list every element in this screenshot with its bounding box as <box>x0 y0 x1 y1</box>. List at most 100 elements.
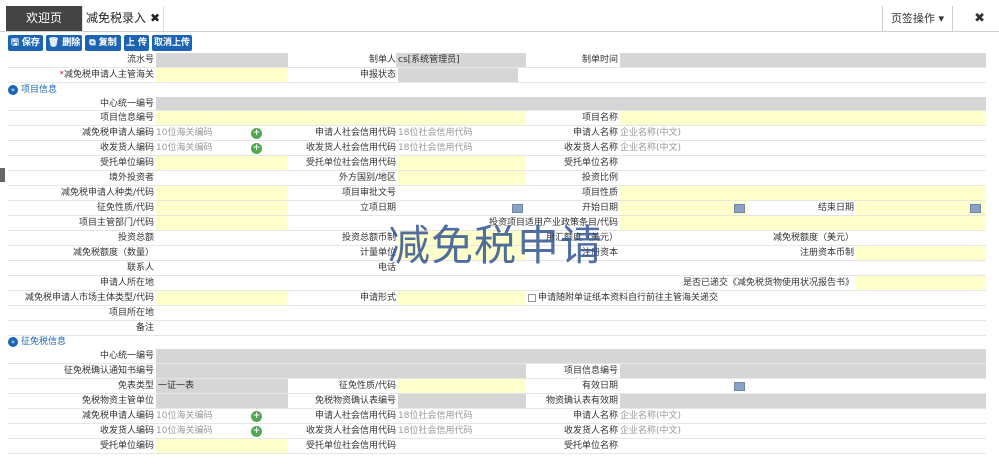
project-info-no-input[interactable] <box>156 111 526 125</box>
applicant-name-input[interactable]: 企业名称(中文) <box>618 126 984 140</box>
goods-dept-input[interactable] <box>156 394 288 408</box>
s-consignee-name-input[interactable]: 企业名称(中文) <box>618 424 984 438</box>
delete-button[interactable]: 🗑 删除 <box>46 35 82 51</box>
applicant-code-input[interactable]: 10位海关编码 <box>154 126 254 140</box>
exempt-usd-label: 减免税额度（美元） <box>772 233 854 243</box>
s-entrusted-name-input[interactable] <box>620 439 986 453</box>
collapse-icon[interactable]: » <box>8 336 18 347</box>
goods-valid-input[interactable] <box>620 394 986 408</box>
project-location-input[interactable] <box>156 306 986 320</box>
add-icon[interactable]: + <box>251 143 262 154</box>
copy-button[interactable]: ⧉ 复制 <box>85 35 121 51</box>
consignee-name-input[interactable]: 企业名称(中文) <box>618 141 984 155</box>
s-center-code-input[interactable] <box>156 349 986 363</box>
contact-input[interactable] <box>156 261 288 275</box>
form-row: 项目信息编号 项目名称 <box>8 111 986 126</box>
s-applicant-credit-input[interactable]: 18位社会信用代码 <box>396 409 526 423</box>
exempt-usd-input[interactable] <box>856 231 986 245</box>
applicant-location-input[interactable] <box>156 276 616 290</box>
project-nature-input[interactable] <box>620 186 986 200</box>
s-consignee-code-input[interactable]: 10位海关编码 <box>154 424 254 438</box>
market-type-input[interactable] <box>156 291 288 305</box>
exempt-type-select[interactable]: 一证一表 <box>156 379 288 393</box>
s-applicant-name-input[interactable]: 企业名称(中文) <box>618 409 984 423</box>
save-button[interactable]: 🖫 保存 <box>8 35 43 51</box>
phone-label: 电话 <box>377 263 396 273</box>
calendar-icon[interactable] <box>734 204 745 213</box>
invest-ratio-input[interactable] <box>620 171 986 185</box>
reg-currency-input[interactable] <box>856 246 986 260</box>
s-applicant-code-input[interactable]: 10位海关编码 <box>154 409 254 423</box>
close-icon[interactable]: ✖ <box>150 11 160 25</box>
reg-currency-label: 注册资本币制 <box>799 248 854 258</box>
policy-item-input[interactable] <box>620 216 986 230</box>
goods-approval-no-input[interactable] <box>398 394 526 408</box>
levy-nature-input[interactable] <box>156 201 288 215</box>
customs-label-text: 减免税申请人主管海关 <box>63 70 154 80</box>
market-type-label: 减免税申请人市场主体类型/代码 <box>24 293 154 303</box>
s-entrusted-credit-input[interactable] <box>398 439 526 453</box>
section-project-info[interactable]: » 项目信息 <box>8 84 986 97</box>
collapse-icon[interactable]: » <box>8 84 18 95</box>
creator-input[interactable]: cs[系统管理员] <box>396 53 526 67</box>
upload-button[interactable]: 上 传 <box>124 35 149 51</box>
customs-input[interactable] <box>156 68 288 82</box>
approval-no-input[interactable] <box>398 186 526 200</box>
foreign-investor-input[interactable] <box>156 171 288 185</box>
entrusted-name-input[interactable] <box>620 156 986 170</box>
usd-amount-input[interactable] <box>620 231 748 245</box>
foreign-country-input[interactable] <box>398 171 526 185</box>
s-entrusted-code-input[interactable] <box>156 439 288 453</box>
reg-capital-input[interactable] <box>620 246 748 260</box>
tab-exemption-entry[interactable]: 减免税录入 ✖ <box>82 6 164 31</box>
s-entrusted-name-label: 受托单位名称 <box>563 441 618 451</box>
applicant-credit-input[interactable]: 18位社会信用代码 <box>396 126 526 140</box>
consignee-credit-input[interactable]: 18位社会信用代码 <box>396 141 526 155</box>
total-invest-input[interactable] <box>156 231 288 245</box>
invest-ratio-label: 投资比例 <box>581 173 618 183</box>
applicant-type-input[interactable] <box>156 186 288 200</box>
form-row: 减免税申请人编码 10位海关编码 + 申请人社会信用代码 18位社会信用代码 申… <box>8 126 986 141</box>
valid-date-input[interactable] <box>620 379 748 393</box>
exempt-qty-label: 减免税额度（数量） <box>72 248 154 258</box>
paper-note-checkbox[interactable]: 申请随附单证纸本资料自行前往主管海关递交 <box>528 291 986 305</box>
entrusted-code-input[interactable] <box>156 156 288 170</box>
s-levy-nature-input[interactable] <box>398 379 526 393</box>
applicant-type-label: 减免税申请人种类/代码 <box>60 188 154 198</box>
fullscreen-icon[interactable]: ✖ <box>974 6 985 31</box>
s-applicant-name-label: 申请人名称 <box>572 411 618 421</box>
page-operations-dropdown[interactable]: 页签操作 ▾ <box>881 6 953 31</box>
entrusted-credit-input[interactable] <box>398 156 526 170</box>
apply-form-input[interactable] <box>398 291 526 305</box>
consignee-code-input[interactable]: 10位海关编码 <box>154 141 254 155</box>
s-levy-nature-label: 征免性质/代码 <box>338 381 396 391</box>
exempt-type-label: 免表类型 <box>117 381 154 391</box>
notice-no-input[interactable] <box>156 364 526 378</box>
created-time-input[interactable] <box>620 53 986 67</box>
end-date-input[interactable] <box>856 201 986 215</box>
remarks-input[interactable] <box>156 321 986 335</box>
project-dept-input[interactable] <box>156 216 288 230</box>
project-nature-label: 项目性质 <box>581 188 618 198</box>
calendar-icon[interactable] <box>734 382 745 391</box>
s-consignee-credit-input[interactable]: 18位社会信用代码 <box>396 424 526 438</box>
calendar-icon[interactable] <box>970 204 981 213</box>
form-row: 流水号 制单人 cs[系统管理员] 制单时间 <box>8 53 986 68</box>
exempt-qty-input[interactable] <box>156 246 288 260</box>
section-exemption-info[interactable]: » 征免税信息 <box>8 336 986 349</box>
start-date-input[interactable] <box>620 201 748 215</box>
add-icon[interactable]: + <box>251 128 262 139</box>
status-input[interactable] <box>398 68 518 82</box>
cancel-upload-button[interactable]: 取消上传 <box>152 35 192 51</box>
checkbox[interactable] <box>528 293 536 302</box>
valid-date-label: 有效日期 <box>581 381 618 391</box>
serial-input[interactable] <box>156 53 288 67</box>
s-project-info-no-input[interactable] <box>620 364 986 378</box>
project-name-input[interactable] <box>620 111 986 125</box>
center-code-input[interactable] <box>156 97 986 110</box>
report-submitted-input[interactable] <box>856 276 986 290</box>
add-icon[interactable]: + <box>251 426 262 437</box>
add-icon[interactable]: + <box>251 411 262 422</box>
tab-welcome[interactable]: 欢迎页 <box>6 6 82 31</box>
left-collapse-handle[interactable] <box>0 168 5 182</box>
